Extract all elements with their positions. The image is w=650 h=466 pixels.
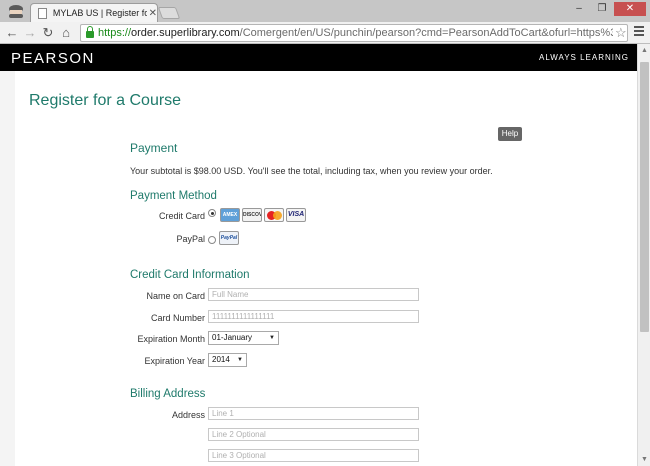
address-line2-input[interactable]: Line 2 Optional <box>208 428 419 441</box>
amex-card-icon: AMEX <box>220 208 240 222</box>
tab-close-icon[interactable]: ✕ <box>149 8 157 19</box>
restore-button[interactable]: ❐ <box>591 2 613 16</box>
expiration-month-value: 01-January <box>212 333 253 342</box>
expiration-year-label: Expiration Year <box>144 356 205 366</box>
payment-method-heading: Payment Method <box>130 190 217 202</box>
card-number-input[interactable]: 1111111111111111 <box>208 310 419 323</box>
site-header: PEARSON ALWAYS LEARNING <box>0 44 637 71</box>
minimize-button[interactable]: ‒ <box>568 2 590 16</box>
address-line3-input[interactable]: Line 3 Optional <box>208 449 419 462</box>
name-on-card-input[interactable]: Full Name <box>208 288 419 301</box>
mastercard-card-icon <box>264 208 284 222</box>
credit-card-radio[interactable] <box>208 209 216 217</box>
address-line1-input[interactable]: Line 1 <box>208 407 419 420</box>
main-content: Register for a Course Help Payment Your … <box>15 71 637 466</box>
window-controls: ‒ ❐ ✕ <box>568 2 646 16</box>
new-tab-button[interactable] <box>157 7 181 19</box>
browser-tab[interactable]: MYLAB US | Register for a ✕ <box>30 3 158 22</box>
browser-titlebar: MYLAB US | Register for a ✕ ‒ ❐ ✕ <box>0 0 650 22</box>
scroll-up-icon[interactable]: ▲ <box>641 47 648 54</box>
credit-card-label: Credit Card <box>158 211 205 221</box>
help-button[interactable]: Help <box>498 127 522 141</box>
paypal-radio[interactable] <box>208 236 216 244</box>
close-window-button[interactable]: ✕ <box>614 2 646 16</box>
visa-card-icon: VISA <box>286 208 306 222</box>
forward-arrow-icon[interactable]: → <box>22 25 38 41</box>
home-icon[interactable]: ⌂ <box>58 25 74 41</box>
paypal-label: PayPal <box>176 234 205 244</box>
address-bar[interactable]: https://order.superlibrary.com/Comergent… <box>80 24 628 42</box>
bookmark-star-icon[interactable]: ☆ <box>615 25 627 41</box>
user-profile-icon[interactable] <box>6 3 26 19</box>
expiration-month-label: Expiration Month <box>137 334 205 344</box>
paypal-logo-icon: PayPal <box>219 231 239 245</box>
credit-card-info-heading: Credit Card Information <box>130 269 250 281</box>
lock-icon <box>86 26 94 38</box>
pearson-logo[interactable]: PEARSON <box>11 50 95 67</box>
payment-heading: Payment <box>130 141 178 155</box>
expiration-month-select[interactable]: 01-January ▼ <box>208 331 279 345</box>
scrollbar-thumb[interactable] <box>640 62 649 332</box>
document-icon <box>38 7 47 19</box>
expiration-year-value: 2014 <box>212 355 230 364</box>
tab-title: MYLAB US | Register for a <box>52 8 147 18</box>
page-scrollbar[interactable]: ▲ ▼ <box>637 44 650 466</box>
scroll-down-icon[interactable]: ▼ <box>641 456 648 463</box>
address-label: Address <box>171 410 205 420</box>
browser-menu-icon[interactable] <box>634 26 644 38</box>
page-viewport: PEARSON ALWAYS LEARNING Register for a C… <box>0 44 637 466</box>
tagline: ALWAYS LEARNING <box>539 53 629 62</box>
discover-card-icon: DISCOVER <box>242 208 262 222</box>
reload-icon[interactable]: ↻ <box>40 25 56 41</box>
page-title: Register for a Course <box>29 92 182 109</box>
dropdown-arrow-icon: ▼ <box>237 357 243 363</box>
expiration-year-select[interactable]: 2014 ▼ <box>208 353 247 367</box>
dropdown-arrow-icon: ▼ <box>269 335 275 341</box>
name-on-card-label: Name on Card <box>146 291 205 301</box>
subtotal-text: Your subtotal is $98.00 USD. You'll see … <box>130 166 493 176</box>
credit-card-logos: AMEX DISCOVER VISA <box>220 208 306 222</box>
billing-address-heading: Billing Address <box>130 388 206 400</box>
back-arrow-icon[interactable]: ← <box>4 25 20 41</box>
browser-toolbar: ← → ↻ ⌂ https://order.superlibrary.com/C… <box>0 22 650 44</box>
card-number-label: Card Number <box>150 313 205 323</box>
url-text[interactable]: https://order.superlibrary.com/Comergent… <box>98 27 613 39</box>
